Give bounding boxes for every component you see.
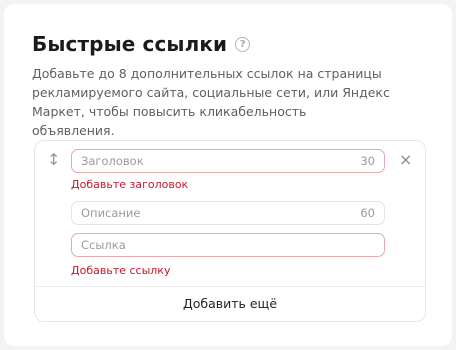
add-more-button[interactable]: Добавить ещё — [35, 287, 425, 321]
drag-handle-icon[interactable]: ↕ — [47, 151, 60, 169]
description-char-counter: 60 — [360, 206, 375, 220]
section-description: Добавьте до 8 дополнительных ссылок на с… — [32, 66, 390, 138]
section-header: Быстрые ссылки ? — [32, 32, 251, 56]
title-field[interactable]: Заголовок 30 — [71, 149, 385, 173]
help-icon[interactable]: ? — [235, 36, 251, 52]
close-icon[interactable]: × — [399, 151, 412, 169]
title-char-counter: 30 — [360, 154, 375, 168]
url-field[interactable]: Ссылка — [71, 233, 385, 257]
title-error-text: Добавьте заголовок — [71, 178, 189, 191]
title-field-placeholder: Заголовок — [81, 154, 144, 168]
quick-links-card: Быстрые ссылки ? Добавьте до 8 дополните… — [4, 4, 452, 346]
description-field[interactable]: Описание 60 — [71, 201, 385, 225]
section-title: Быстрые ссылки — [32, 32, 228, 56]
url-error-text: Добавьте ссылку — [71, 264, 171, 277]
quick-link-panel: ↕ × Заголовок 30 Добавьте заголовок Опис… — [34, 140, 426, 322]
description-field-placeholder: Описание — [81, 206, 141, 220]
url-field-placeholder: Ссылка — [81, 238, 126, 252]
